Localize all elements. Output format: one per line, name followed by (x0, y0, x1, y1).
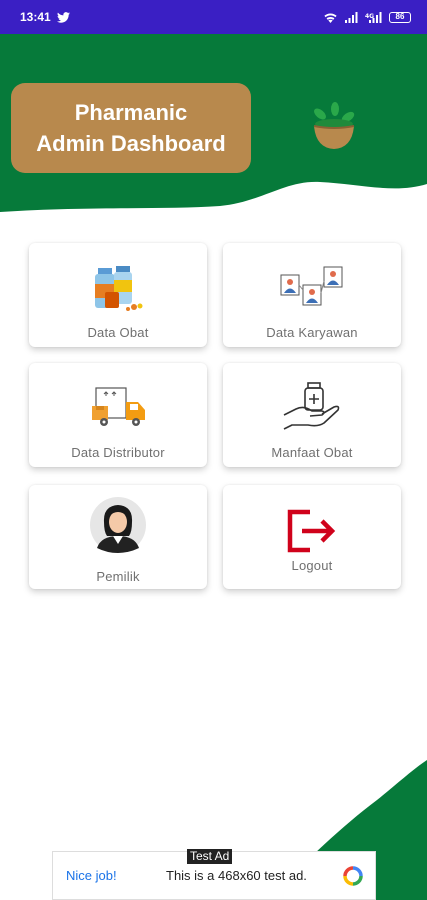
menu-card-data-karyawan[interactable]: Data Karyawan (223, 243, 401, 347)
menu-label-pemilik: Pemilik (96, 569, 140, 584)
medicine-bottles-icon (90, 257, 146, 317)
menu-label-data-karyawan: Data Karyawan (266, 325, 358, 340)
menu-card-data-obat[interactable]: Data Obat (29, 243, 207, 347)
title-line-2: Admin Dashboard (36, 131, 226, 156)
status-left: 13:41 (20, 10, 70, 24)
ad-tag: Test Ad (187, 849, 233, 864)
battery-icon: 86 (389, 11, 411, 23)
herbal-bowl-logo-icon (313, 102, 355, 149)
hand-medicine-icon (282, 377, 342, 437)
logout-icon (286, 501, 338, 561)
delivery-truck-icon (88, 377, 148, 437)
menu-label-manfaat-obat: Manfaat Obat (271, 445, 353, 460)
menu-card-pemilik[interactable]: Pemilik (29, 485, 207, 589)
menu-label-data-obat: Data Obat (87, 325, 149, 340)
menu-card-logout[interactable]: Logout (223, 485, 401, 589)
ad-text: This is a 468x60 test ad. (166, 868, 307, 883)
twitter-icon (56, 11, 70, 23)
ad-choices-icon[interactable] (343, 865, 363, 886)
wifi-icon (324, 12, 337, 23)
employees-icon (280, 257, 344, 317)
status-bar: 13:41 4G 86 (0, 0, 427, 34)
menu-card-manfaat-obat[interactable]: Manfaat Obat (223, 363, 401, 467)
title-line-1: Pharmanic (74, 100, 188, 125)
page-title: Pharmanic Admin Dashboard (11, 83, 251, 173)
status-right: 4G 86 (323, 11, 411, 23)
ad-nice-text: Nice job! (66, 868, 117, 883)
menu-card-data-distributor[interactable]: Data Distributor (29, 363, 207, 467)
owner-avatar-icon (89, 495, 147, 555)
menu-label-data-distributor: Data Distributor (71, 445, 165, 460)
status-time: 13:41 (20, 10, 51, 24)
menu-label-logout: Logout (291, 558, 333, 573)
signal-4g-icon: 4G (365, 11, 382, 23)
signal-icon (345, 11, 358, 23)
ad-banner[interactable]: Test Ad Nice job! This is a 468x60 test … (52, 849, 376, 900)
